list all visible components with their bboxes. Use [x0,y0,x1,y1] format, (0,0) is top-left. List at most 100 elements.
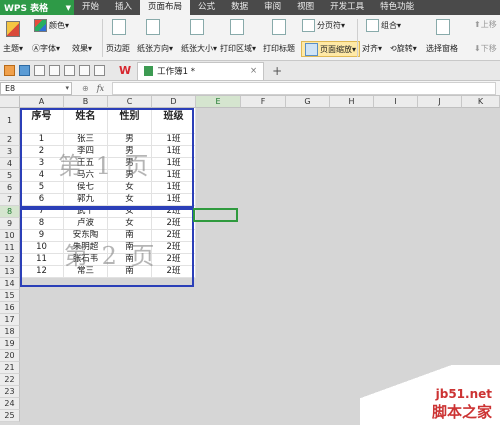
row-header-17[interactable]: 17 [0,314,20,326]
row-header-10[interactable]: 10 [0,230,20,242]
row-header-19[interactable]: 19 [0,338,20,350]
table-cell[interactable]: 郭九 [64,194,108,206]
save-icon[interactable] [19,65,30,76]
column-header-f[interactable]: F [241,96,286,108]
table-header-cell[interactable]: 性别 [108,108,152,134]
row-header-9[interactable]: 9 [0,218,20,230]
menu-item-review[interactable]: 审阅 [256,0,289,15]
table-cell[interactable]: 5 [20,182,64,194]
row-header-8[interactable]: 8 [0,206,20,218]
table-cell[interactable]: 2班 [152,206,196,218]
table-cell[interactable]: 2班 [152,254,196,266]
group-button[interactable]: 组合 ▾ [366,19,401,32]
print-preview-icon[interactable] [49,65,60,76]
column-header-j[interactable]: J [418,96,462,108]
row-header-12[interactable]: 12 [0,254,20,266]
table-cell[interactable]: 女 [108,206,152,218]
menu-item-special[interactable]: 特色功能 [372,0,422,15]
table-cell[interactable]: 侯七 [64,182,108,194]
formula-input[interactable] [112,81,496,95]
column-header-g[interactable]: G [286,96,330,108]
table-cell[interactable]: 11 [20,254,64,266]
row-header-5[interactable]: 5 [0,170,20,182]
table-cell[interactable]: 2班 [152,230,196,242]
table-cell[interactable]: 9 [20,230,64,242]
table-cell[interactable]: 2班 [152,218,196,230]
column-header-c[interactable]: C [108,96,152,108]
menu-item-home[interactable]: 开始 [74,0,107,15]
table-cell[interactable]: 卢波 [64,218,108,230]
orientation-button[interactable]: 纸张方向 ▾ [137,43,173,54]
table-cell[interactable]: 1班 [152,170,196,182]
app-menu-button[interactable]: WPS 表格 ▼ [0,0,74,15]
table-cell[interactable]: 男 [108,134,152,146]
column-header-a[interactable]: A [20,96,64,108]
row-header-1[interactable]: 1 [0,108,20,134]
table-cell[interactable]: 12 [20,266,64,278]
rotate-button[interactable]: ⟲ 旋转 ▾ [390,43,417,54]
align-button[interactable]: 对齐 ▾ [362,43,382,54]
row-header-13[interactable]: 13 [0,266,20,278]
print-icon[interactable] [34,65,45,76]
table-header-cell[interactable]: 序号 [20,108,64,134]
table-header-cell[interactable]: 姓名 [64,108,108,134]
table-header-cell[interactable]: 班级 [152,108,196,134]
menu-item-view[interactable]: 视图 [289,0,322,15]
tab-document[interactable]: 工作簿1 * × [137,61,265,80]
row-header-21[interactable]: 21 [0,362,20,374]
row-header-14[interactable]: 14 [0,278,20,290]
send-backward-button[interactable]: ⬇ 下移 [474,43,497,54]
row-header-25[interactable]: 25 [0,410,20,422]
row-header-11[interactable]: 11 [0,242,20,254]
table-cell[interactable]: 2班 [152,242,196,254]
menu-item-insert[interactable]: 插入 [107,0,140,15]
folder-icon[interactable] [4,65,15,76]
font-theme-button[interactable]: Ⓐ 字体 ▾ [32,43,60,54]
row-header-23[interactable]: 23 [0,386,20,398]
row-header-6[interactable]: 6 [0,182,20,194]
row-header-24[interactable]: 24 [0,398,20,410]
theme-icon-button[interactable] [6,21,22,37]
column-header-d[interactable]: D [152,96,196,108]
menu-item-formulas[interactable]: 公式 [190,0,223,15]
row-header-4[interactable]: 4 [0,158,20,170]
menu-item-developer[interactable]: 开发工具 [322,0,372,15]
column-header-i[interactable]: I [374,96,418,108]
redo-icon[interactable] [79,65,90,76]
row-header-2[interactable]: 2 [0,134,20,146]
table-cell[interactable]: 1班 [152,134,196,146]
row-header-16[interactable]: 16 [0,302,20,314]
theme-button[interactable]: 主题 ▾ [3,43,23,54]
menu-item-data[interactable]: 数据 [223,0,256,15]
print-titles-button[interactable]: 打印标题 [263,43,295,54]
row-header-22[interactable]: 22 [0,374,20,386]
table-cell[interactable]: 1 [20,134,64,146]
table-cell[interactable]: 女 [108,194,152,206]
zoom-icon[interactable]: ⊕ [82,84,89,93]
new-tab-button[interactable]: + [272,64,282,78]
menu-item-page-layout[interactable]: 页面布局 [140,0,191,15]
paper-size-button[interactable]: 纸张大小 ▾ [181,43,217,54]
table-cell[interactable]: 2班 [152,266,196,278]
table-cell[interactable]: 武十 [64,206,108,218]
row-header-15[interactable]: 15 [0,290,20,302]
colors-button[interactable]: 颜色 ▾ [34,19,69,32]
table-cell[interactable]: 1班 [152,182,196,194]
table-cell[interactable]: 8 [20,218,64,230]
row-header-3[interactable]: 3 [0,146,20,158]
table-cell[interactable]: 张三 [64,134,108,146]
table-cell[interactable]: 10 [20,242,64,254]
column-header-h[interactable]: H [330,96,374,108]
table-cell[interactable]: 7 [20,206,64,218]
table-cell[interactable]: 女 [108,182,152,194]
table-cell[interactable]: 6 [20,194,64,206]
effects-button[interactable]: 效果 ▾ [72,43,92,54]
page-break-button[interactable]: 分页符 ▾ [302,19,345,32]
row-header-20[interactable]: 20 [0,350,20,362]
page-zoom-button[interactable]: 页面缩放 ▾ [301,41,361,57]
undo-icon[interactable] [64,65,75,76]
print-area-button[interactable]: 打印区域 ▾ [220,43,256,54]
format-painter-icon[interactable] [94,65,105,76]
row-header-18[interactable]: 18 [0,326,20,338]
select-all-corner[interactable] [0,96,20,108]
